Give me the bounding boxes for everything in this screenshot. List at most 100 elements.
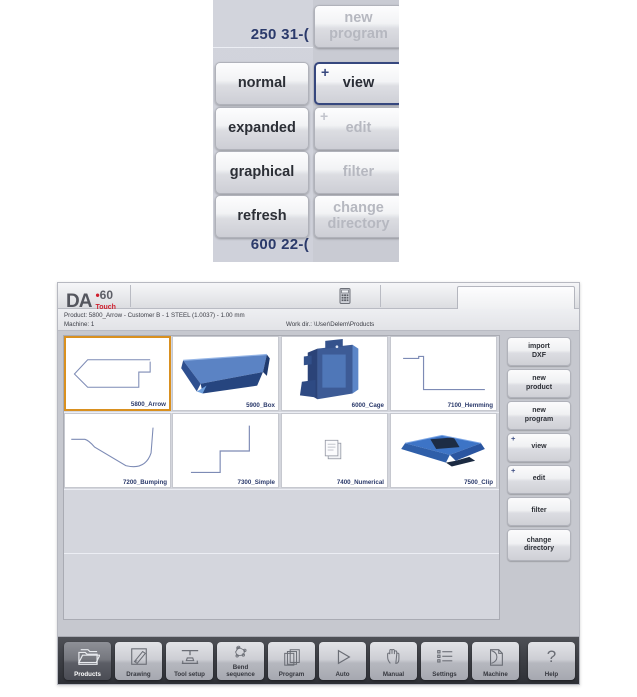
button-label: filter <box>342 163 375 180</box>
filter-button[interactable]: filter <box>314 151 399 194</box>
new-program-button[interactable]: new program <box>507 401 571 430</box>
new-product-button[interactable]: new product <box>507 369 571 398</box>
expanded-button[interactable]: expanded <box>215 107 309 150</box>
product-tile[interactable]: 7200_Bumping <box>64 413 171 488</box>
import-dxf-button[interactable]: import DXF <box>507 337 571 366</box>
change-directory-button[interactable]: change directory <box>507 529 571 561</box>
tab-program[interactable]: Program <box>268 642 315 680</box>
button-label: edit <box>345 119 372 136</box>
tab-bend-sequence[interactable]: Bend sequence <box>217 642 264 680</box>
button-label: edit <box>532 475 546 483</box>
product-grid-panel: 5800_Arrow 5900_Box 6000_Cage 7100_Hemmi… <box>63 335 500 620</box>
tab-products[interactable]: Products <box>64 642 111 680</box>
empty-grid-row[interactable] <box>64 554 499 619</box>
button-label: view <box>531 443 547 451</box>
edit-button[interactable]: + edit <box>507 465 571 494</box>
tab-tool-setup[interactable]: Tool setup <box>166 642 213 680</box>
screenshot-root: 250 31-( 600 22-( normal expanded graphi… <box>0 0 637 697</box>
delem-da60-application: DA •60 Touch Product: 5800_Arrow - Custo… <box>57 282 580 685</box>
filter-button[interactable]: filter <box>507 497 571 526</box>
button-label: change directory <box>327 200 390 232</box>
tab-label: Machine <box>483 670 508 678</box>
tab-label: Products <box>74 670 101 678</box>
tab-help[interactable]: ? Help <box>528 642 575 680</box>
tab-settings[interactable]: Settings <box>421 642 468 680</box>
calculator-icon[interactable] <box>336 287 354 305</box>
view-button[interactable]: + view <box>314 62 399 105</box>
view-button[interactable]: + view <box>507 433 571 462</box>
button-label: filter <box>531 507 547 515</box>
button-label: view <box>342 74 375 91</box>
tab-machine[interactable]: Machine <box>472 642 519 680</box>
header-divider <box>380 285 381 307</box>
button-label: change directory <box>524 536 554 552</box>
empty-grid-row[interactable] <box>64 490 499 553</box>
change-directory-button[interactable]: change directory <box>314 195 399 238</box>
cage-3d-icon <box>299 338 359 400</box>
product-tile[interactable]: 7500_Clip <box>390 413 497 488</box>
hand-icon <box>382 642 406 672</box>
product-tile[interactable]: 7400_Numerical <box>281 413 388 488</box>
bumping-profile-2d-icon <box>71 427 154 468</box>
product-label: 7300_Simple <box>237 479 276 486</box>
plus-icon: + <box>511 466 516 475</box>
tab-drawing[interactable]: Drawing <box>115 642 162 680</box>
hemming-profile-2d-icon <box>403 355 485 391</box>
list-icon <box>433 642 457 672</box>
question-mark-icon: ? <box>546 647 557 667</box>
product-label: 7200_Bumping <box>122 479 167 486</box>
tab-label: Manual <box>382 670 405 678</box>
normal-button[interactable]: normal <box>215 62 309 105</box>
product-tile[interactable]: 5900_Box <box>172 336 279 411</box>
tab-manual[interactable]: Manual <box>370 642 417 680</box>
product-tile[interactable]: 7100_Hemming <box>390 336 497 411</box>
machine-info-text: Machine: 1 <box>64 321 95 328</box>
product-tile[interactable]: 6000_Cage <box>281 336 388 411</box>
workdir-info-text: Work dir.: \User\Delem\Products <box>286 321 375 328</box>
product-label: 7500_Clip <box>464 479 493 486</box>
button-label: new program <box>329 10 388 42</box>
popup-detail-inset: 250 31-( 600 22-( normal expanded graphi… <box>213 0 399 262</box>
numerical-doc-icon <box>324 439 342 460</box>
refresh-button[interactable]: refresh <box>215 195 309 238</box>
product-info-text: Product: 5800_Arrow - Customer B - 1 STE… <box>64 312 245 319</box>
app-header: DA •60 Touch <box>58 283 579 326</box>
box-3d-icon <box>181 353 270 394</box>
product-tile[interactable]: 7300_Simple <box>172 413 279 488</box>
tab-label: Bend sequence <box>226 664 255 678</box>
folder-icon <box>76 642 100 672</box>
tab-auto[interactable]: Auto <box>319 642 366 680</box>
da-touch-logo: DA •60 Touch <box>66 286 116 311</box>
new-program-button[interactable]: new program <box>314 5 399 48</box>
arrow-profile-2d-icon <box>73 359 151 388</box>
tab-label: Help <box>544 670 559 678</box>
edit-button[interactable]: + edit <box>314 107 399 150</box>
button-label: new product <box>525 375 553 391</box>
product-tile[interactable]: 5800_Arrow <box>64 336 171 411</box>
tab-label: Program <box>278 670 305 678</box>
header-divider <box>130 285 131 307</box>
logo-60-text: •60 <box>95 288 114 302</box>
tool-press-icon <box>178 642 202 672</box>
plus-icon: + <box>511 434 516 443</box>
product-label: 5900_Box <box>246 402 275 409</box>
simple-profile-2d-icon <box>190 425 250 473</box>
inset-list-row[interactable]: 250 31-( <box>213 22 313 48</box>
machine-page-icon <box>484 642 508 672</box>
bend-sequence-icon <box>230 642 252 665</box>
bottom-toolbar: Products Drawing Tool setup Bend sequenc… <box>58 636 579 684</box>
pencil-icon <box>127 642 151 672</box>
side-button-panel: import DXF new product new program + vie… <box>504 335 576 620</box>
product-label: 7100_Hemming <box>447 402 493 409</box>
graphical-button[interactable]: graphical <box>215 151 309 194</box>
clip-3d-icon <box>401 434 485 467</box>
tab-label: Auto <box>335 670 350 678</box>
plus-icon: + <box>321 64 330 80</box>
info-bar: Product: 5800_Arrow - Customer B - 1 STE… <box>58 309 579 331</box>
button-label: new program <box>524 407 554 423</box>
product-label: 5800_Arrow <box>130 401 166 408</box>
tab-label: Tool setup <box>174 670 205 678</box>
tab-label: Settings <box>432 670 457 678</box>
plus-icon: + <box>320 108 329 124</box>
pages-icon <box>280 642 304 672</box>
